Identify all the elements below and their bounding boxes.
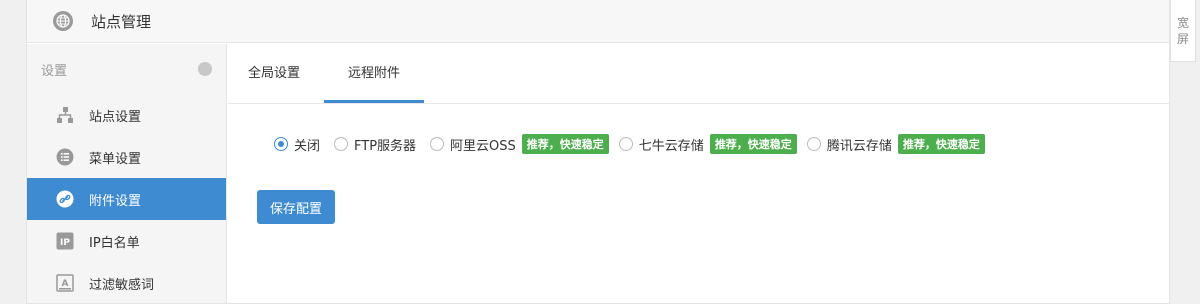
- sidebar-item-attachment-settings[interactable]: 附件设置: [27, 178, 226, 220]
- save-button[interactable]: 保存配置: [257, 190, 335, 224]
- sidebar-group-label: 设置: [41, 63, 68, 79]
- globe-icon: [53, 11, 73, 31]
- radio-button[interactable]: [806, 137, 821, 151]
- sidebar-item-label: IP白名单: [89, 235, 140, 251]
- sidebar: 设置 站点设置 菜单设置 附件设置 IP IP白名单 A 过滤敏感词: [27, 44, 227, 303]
- wide-toggle-text: 宽: [1176, 15, 1189, 30]
- sidebar-item-site-settings[interactable]: 站点设置: [27, 94, 226, 136]
- wide-toggle-text: 屏: [1176, 31, 1189, 46]
- sidebar-item-label: 站点设置: [89, 109, 142, 125]
- collapse-icon[interactable]: [198, 62, 212, 76]
- filter-icon: A: [55, 273, 75, 293]
- sidebar-item-label: 附件设置: [89, 193, 142, 209]
- recommend-badge: 推荐，快速稳定: [709, 134, 797, 154]
- tab-remote-attachments[interactable]: 远程附件: [324, 43, 425, 103]
- svg-text:IP: IP: [60, 238, 70, 248]
- option-label: FTP服务器: [354, 138, 417, 154]
- option-label: 七牛云存储: [638, 138, 704, 154]
- page-title: 站点管理: [91, 12, 152, 31]
- sidebar-item-label: 过滤敏感词: [89, 277, 155, 293]
- radio-button[interactable]: [618, 137, 633, 151]
- option-aliyun-oss[interactable]: 阿里云OSS 推荐，快速稳定: [430, 134, 609, 154]
- page: 站点管理 设置 站点设置 菜单设置 附件设置 IP IP白名单 A 过滤敏感词 …: [0, 0, 1200, 304]
- sidebar-item-label: 菜单设置: [89, 151, 142, 167]
- list-icon: [55, 147, 75, 167]
- option-label: 腾讯云存储: [826, 138, 892, 154]
- ip-icon: IP: [55, 231, 75, 251]
- storage-options: 关闭 FTP服务器 阿里云OSS 推荐，快速稳定 七牛云存储 推荐，快速稳定 腾…: [274, 134, 995, 154]
- recommend-badge: 推荐，快速稳定: [521, 134, 609, 154]
- svg-text:A: A: [62, 279, 69, 289]
- option-label: 关闭: [294, 138, 321, 154]
- option-label: 阿里云OSS: [450, 138, 516, 154]
- radio-button[interactable]: [274, 137, 288, 151]
- option-ftp[interactable]: FTP服务器: [334, 135, 420, 154]
- sidebar-group-header[interactable]: 设置: [27, 44, 226, 94]
- tab-global-settings[interactable]: 全局设置: [228, 43, 320, 103]
- radio-button[interactable]: [430, 137, 445, 151]
- content-area: 全局设置 远程附件 关闭 FTP服务器 阿里云OSS 推荐，快速稳定 七牛云存储…: [228, 44, 1169, 303]
- wide-screen-toggle[interactable]: 宽 屏: [1170, 0, 1196, 62]
- link-icon: [55, 189, 75, 209]
- radio-button[interactable]: [334, 137, 349, 151]
- option-tencent-cos[interactable]: 腾讯云存储 推荐，快速稳定: [806, 134, 985, 154]
- recommend-badge: 推荐，快速稳定: [897, 134, 985, 154]
- tab-bar: 全局设置 远程附件: [228, 44, 1169, 104]
- sitemap-icon: [55, 105, 75, 125]
- option-off[interactable]: 关闭: [274, 135, 324, 154]
- sidebar-item-menu-settings[interactable]: 菜单设置: [27, 136, 226, 178]
- option-qiniu[interactable]: 七牛云存储 推荐，快速稳定: [618, 134, 797, 154]
- main-panel: 站点管理 设置 站点设置 菜单设置 附件设置 IP IP白名单 A 过滤敏感词 …: [26, 0, 1170, 304]
- page-header: 站点管理: [27, 0, 1169, 43]
- sidebar-item-ip-whitelist[interactable]: IP IP白名单: [27, 220, 226, 262]
- tab-label: 全局设置: [248, 66, 301, 81]
- sidebar-item-sensitive-words[interactable]: A 过滤敏感词: [27, 262, 226, 304]
- tab-label: 远程附件: [348, 66, 401, 81]
